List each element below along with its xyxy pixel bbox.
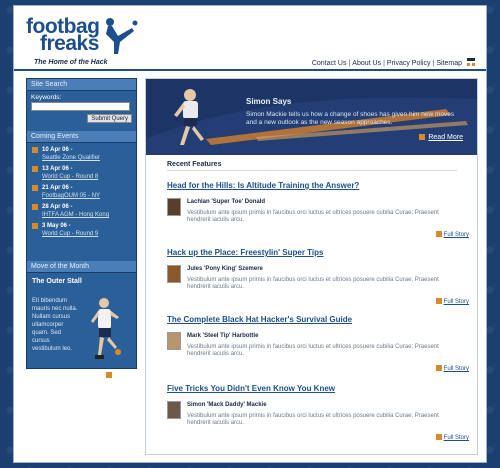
event-date: 28 Apr 06 - (42, 204, 73, 210)
feature-author: Jules 'Pony King' Szemere (187, 266, 263, 272)
bullet-icon (435, 298, 442, 304)
event-date: 10 Apr 06 - (42, 147, 73, 153)
bullet-icon (32, 185, 38, 191)
full-story-label: Full Story (443, 366, 469, 372)
recent-features-heading: Recent Features (167, 161, 457, 171)
feature-author: Mark 'Steel Tip' Harbottle (187, 333, 259, 339)
link-separator: | (348, 60, 351, 67)
bullet-icon (419, 134, 426, 140)
author-avatar (167, 198, 181, 216)
bullet-icon (435, 434, 442, 440)
feature-summary: Vestibulum ante ipsum primis in faucibus… (187, 277, 439, 290)
event-link[interactable]: IHTFA AGM - Hong Kong (42, 211, 132, 219)
player-figure-icon (91, 298, 121, 359)
full-story-link[interactable]: Full Story (435, 298, 469, 305)
sidebar: Site Search Keywords: Submit Query Comin… (26, 78, 137, 379)
read-more-label: Read More (428, 134, 463, 141)
hero-banner: Simon Says Simon Mackie tells us how a c… (146, 79, 477, 155)
search-input[interactable] (31, 102, 130, 111)
move-of-month-heading: Move of the Month (27, 261, 136, 273)
event-item: 3 May 06 - World Cup - Round 9 (31, 222, 132, 238)
main-content: Simon Says Simon Mackie tells us how a c… (145, 78, 478, 455)
event-item: 13 Apr 06 - World Cup - Round 8 (31, 165, 132, 181)
sitemap-link[interactable]: Sitemap (436, 60, 462, 67)
feature-summary: Vestibulum ante ipsum primis in faucibus… (187, 344, 439, 357)
bullet-icon (32, 204, 38, 210)
author-avatar (167, 332, 181, 350)
top-nav: Contact Us | About Us | Privacy Policy | Sitem… (312, 60, 462, 67)
event-item: 10 Apr 06 - Seattle Zone Qualifier (31, 146, 132, 162)
full-story-link[interactable]: Full Story (435, 365, 469, 372)
feature-body: Lachlan 'Super Toe' Donald Vestibulum an… (167, 196, 469, 238)
event-link[interactable]: Seattle Zone Qualifier (42, 154, 132, 162)
feature-title-link[interactable]: Hack up the Place: Freestylin' Super Tip… (167, 248, 457, 257)
move-description: Eti bibendum mauris nec nulla. Nullam cu… (32, 298, 78, 352)
events-list: 10 Apr 06 - Seattle Zone Qualifier 13 Ap… (27, 143, 136, 261)
submit-query-button[interactable]: Submit Query (87, 114, 132, 123)
about-us-link[interactable]: About Us (352, 60, 381, 67)
full-story-link[interactable]: Full Story (435, 231, 469, 238)
feature-title-link[interactable]: Five Tricks You Didn't Even Know You Kne… (167, 384, 457, 393)
event-item: 21 Apr 06 - FootbagOUM 05 - NY (31, 184, 132, 200)
feature-title-link[interactable]: Head for the Hills: Is Altitude Training… (167, 181, 457, 190)
move-of-the-month: Move of the Month The Outer Stall Eti bi… (27, 261, 136, 385)
link-separator: | (383, 60, 385, 67)
header-divider (14, 69, 486, 71)
bullet-icon (435, 365, 442, 371)
feature-item: The Complete Black Hat Hacker's Survival… (167, 315, 469, 381)
read-more-link[interactable]: Read More (419, 134, 463, 141)
feature-body: Mark 'Steel Tip' Harbottle Vestibulum an… (167, 330, 469, 372)
kicker-logo-icon (106, 18, 138, 54)
feature-item: Head for the Hills: Is Altitude Training… (167, 181, 469, 247)
privacy-policy-link[interactable]: Privacy Policy (387, 60, 431, 67)
event-link[interactable]: FootbagOUM 05 - NY (42, 192, 132, 200)
feature-summary: Vestibulum ante ipsum primis in faucibus… (187, 413, 439, 426)
more-link[interactable]: more (106, 372, 128, 379)
event-link[interactable]: World Cup - Round 9 (42, 230, 132, 238)
feature-body: Jules 'Pony King' Szemere Vestibulum ant… (167, 263, 469, 305)
hero-title: Simon Says (246, 97, 292, 106)
bullet-icon (435, 231, 442, 237)
author-avatar (167, 401, 181, 419)
feature-item: Hack up the Place: Freestylin' Super Tip… (167, 248, 469, 314)
bullet-icon (32, 166, 38, 172)
move-title: The Outer Stall (32, 278, 82, 285)
contact-us-link[interactable]: Contact Us (312, 60, 347, 67)
full-story-label: Full Story (443, 299, 469, 305)
feature-item: Five Tricks You Didn't Even Know You Kne… (167, 384, 469, 450)
more-label: more (114, 373, 128, 379)
event-date: 13 Apr 06 - (42, 166, 73, 172)
event-link[interactable]: World Cup - Round 8 (42, 173, 132, 181)
coming-events-heading: Coming Events (27, 131, 136, 143)
feature-author: Simon 'Mack Daddy' Mackie (187, 402, 267, 408)
site-search-form: Keywords: Submit Query (27, 91, 136, 131)
feature-author: Lachlan 'Super Toe' Donald (187, 199, 266, 205)
full-story-label: Full Story (443, 232, 469, 238)
site-tagline: The Home of the Hack (34, 59, 108, 66)
bullet-icon (106, 372, 113, 378)
sitemap-icon[interactable] (466, 57, 476, 67)
bullet-icon (32, 147, 38, 153)
event-date: 3 May 06 - (42, 223, 71, 229)
feature-summary: Vestibulum ante ipsum primis in faucibus… (187, 210, 439, 223)
site-search-heading: Site Search (27, 79, 136, 91)
hero-text: Simon Mackie tells us how a change of sh… (246, 111, 455, 126)
feature-title-link[interactable]: The Complete Black Hat Hacker's Survival… (167, 315, 457, 324)
link-separator: | (432, 60, 435, 67)
full-story-label: Full Story (443, 435, 469, 441)
feature-body: Simon 'Mack Daddy' Mackie Vestibulum ant… (167, 399, 469, 441)
event-item: 28 Apr 06 - IHTFA AGM - Hong Kong (31, 203, 132, 219)
page-container: footbag freaks The Home of the Hack Cont… (13, 5, 487, 463)
bullet-icon (32, 223, 38, 229)
full-story-link[interactable]: Full Story (435, 434, 469, 441)
event-date: 21 Apr 06 - (42, 185, 73, 191)
site-header: footbag freaks The Home of the Hack Cont… (14, 6, 486, 71)
keywords-label: Keywords: (31, 94, 62, 101)
author-avatar (167, 265, 181, 283)
